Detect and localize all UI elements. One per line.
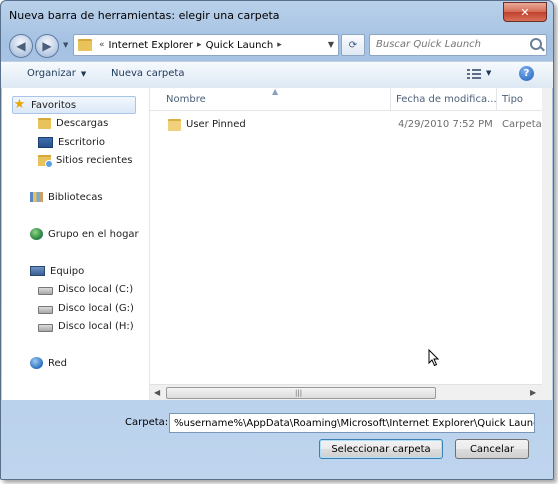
- folder-label: Carpeta:: [125, 417, 169, 428]
- forward-arrow-icon: ▶: [42, 39, 52, 53]
- drive-icon: [38, 287, 53, 295]
- desktop-icon: [38, 136, 53, 148]
- forward-button[interactable]: ▶: [35, 34, 59, 58]
- homegroup-icon: [30, 228, 43, 240]
- sidebar-item-disco-c[interactable]: Disco local (C:): [38, 281, 133, 297]
- overflow-chevron[interactable]: «: [99, 40, 105, 50]
- folder-picker-dialog: Nueva barra de herramientas: elegir una …: [0, 0, 554, 480]
- new-folder-button[interactable]: Nueva carpeta: [111, 68, 184, 79]
- sidebar-item-label: Disco local (C:): [58, 283, 134, 295]
- sidebar-item-descargas[interactable]: Descargas: [38, 115, 108, 131]
- grip-icon: |||: [295, 389, 303, 397]
- cancel-button[interactable]: Cancelar: [455, 439, 529, 459]
- search-icon[interactable]: [530, 38, 542, 50]
- drive-icon: [38, 324, 53, 332]
- organize-label: Organizar: [27, 68, 76, 79]
- horizontal-scrollbar[interactable]: ◀ ||| ▶: [150, 384, 542, 400]
- back-arrow-icon: ◀: [16, 39, 26, 53]
- file-date: 4/29/2010 7:52 PM: [398, 119, 493, 130]
- drive-icon: [38, 306, 53, 314]
- sidebar-item-label: Disco local (G:): [58, 302, 134, 314]
- navigation-pane: ★ Favoritos Descargas Escritorio Sitios …: [2, 88, 150, 400]
- column-header-tipo[interactable]: Tipo: [502, 94, 523, 105]
- sidebar-item-label: Sitios recientes: [56, 154, 133, 166]
- sidebar-item-disco-h[interactable]: Disco local (H:): [38, 318, 134, 334]
- title-bar[interactable]: Nueva barra de herramientas: elegir una …: [1, 1, 553, 29]
- sidebar-item-bibliotecas[interactable]: Bibliotecas: [30, 189, 103, 205]
- downloads-folder-icon: [38, 117, 51, 129]
- view-details-icon[interactable]: [467, 69, 481, 80]
- file-name[interactable]: User Pinned: [186, 119, 246, 130]
- search-box[interactable]: [369, 34, 547, 56]
- sidebar-item-label: Escritorio: [58, 136, 105, 148]
- column-header-nombre[interactable]: Nombre: [166, 94, 206, 105]
- new-folder-label: Nueva carpeta: [111, 68, 185, 79]
- recent-places-icon: [38, 154, 53, 168]
- file-list: ▲ Nombre Fecha de modifica... Tipo User …: [150, 87, 551, 400]
- sidebar-item-label: Red: [48, 357, 67, 369]
- scroll-left-icon[interactable]: ◀: [154, 388, 160, 397]
- folder-icon: [78, 39, 92, 51]
- sidebar-item-red[interactable]: Red: [30, 355, 67, 371]
- sidebar-item-sitios-recientes[interactable]: Sitios recientes: [38, 152, 132, 168]
- breadcrumb-internet-explorer[interactable]: Internet Explorer: [109, 40, 194, 51]
- command-toolbar: Organizar ▼ Nueva carpeta ▼ ?: [1, 61, 553, 89]
- folder-path-field[interactable]: [169, 413, 535, 433]
- mouse-pointer-icon: [428, 349, 440, 367]
- column-header-row: ▲ Nombre Fecha de modifica... Tipo: [150, 87, 542, 111]
- close-button[interactable]: ✕: [503, 2, 547, 22]
- vertical-scrollbar[interactable]: [542, 88, 552, 400]
- network-icon: [30, 357, 43, 369]
- sidebar-item-label: Equipo: [50, 265, 85, 277]
- sort-ascending-icon: ▲: [272, 87, 279, 96]
- libraries-icon: [30, 192, 43, 202]
- organize-menu[interactable]: Organizar ▼: [27, 68, 86, 79]
- sidebar-item-label: Favoritos: [31, 99, 77, 111]
- main-content: ★ Favoritos Descargas Escritorio Sitios …: [2, 87, 552, 400]
- select-folder-button[interactable]: Seleccionar carpeta: [319, 439, 443, 459]
- address-dropdown-icon[interactable]: ▼: [328, 40, 334, 49]
- sidebar-item-grupo-hogar[interactable]: Grupo en el hogar: [30, 226, 139, 242]
- window-title: Nueva barra de herramientas: elegir una …: [9, 9, 280, 22]
- folder-icon: [168, 119, 181, 131]
- sidebar-item-escritorio[interactable]: Escritorio: [38, 134, 105, 150]
- sidebar-item-favoritos[interactable]: ★ Favoritos: [12, 96, 136, 114]
- table-row[interactable]: User Pinned 4/29/2010 7:52 PM Carpeta d: [150, 116, 551, 134]
- star-icon: ★: [13, 97, 26, 112]
- breadcrumb-quick-launch[interactable]: Quick Launch: [206, 40, 274, 51]
- computer-icon: [30, 266, 45, 276]
- breadcrumb-separator[interactable]: ▸: [197, 40, 202, 50]
- refresh-icon: ⟳: [348, 39, 358, 51]
- sidebar-item-disco-g[interactable]: Disco local (G:): [38, 300, 134, 316]
- back-button[interactable]: ◀: [9, 34, 33, 58]
- dialog-footer: Carpeta: Seleccionar carpeta Cancelar: [1, 401, 553, 479]
- address-bar[interactable]: « Internet Explorer ▸ Quick Launch ▸ ▼: [73, 34, 339, 56]
- scrollbar-thumb[interactable]: |||: [166, 387, 436, 399]
- sidebar-item-label: Bibliotecas: [48, 191, 103, 203]
- sidebar-item-equipo[interactable]: Equipo: [30, 263, 84, 279]
- recent-pages-dropdown[interactable]: ▼: [63, 41, 68, 49]
- help-icon[interactable]: ?: [519, 66, 534, 81]
- chevron-down-icon: ▼: [80, 70, 87, 78]
- scroll-right-icon[interactable]: ▶: [530, 388, 536, 397]
- column-divider[interactable]: [496, 88, 497, 110]
- column-header-fecha[interactable]: Fecha de modifica...: [396, 94, 497, 105]
- refresh-button[interactable]: ⟳: [341, 34, 365, 56]
- column-divider[interactable]: [390, 88, 391, 110]
- sidebar-item-label: Grupo en el hogar: [48, 228, 139, 240]
- search-input[interactable]: [370, 35, 526, 53]
- sidebar-item-label: Descargas: [56, 117, 109, 129]
- view-options-dropdown[interactable]: ▼: [486, 69, 491, 77]
- sidebar-item-label: Disco local (H:): [58, 320, 134, 332]
- close-icon: ✕: [520, 5, 530, 19]
- breadcrumb-separator[interactable]: ▸: [277, 40, 282, 50]
